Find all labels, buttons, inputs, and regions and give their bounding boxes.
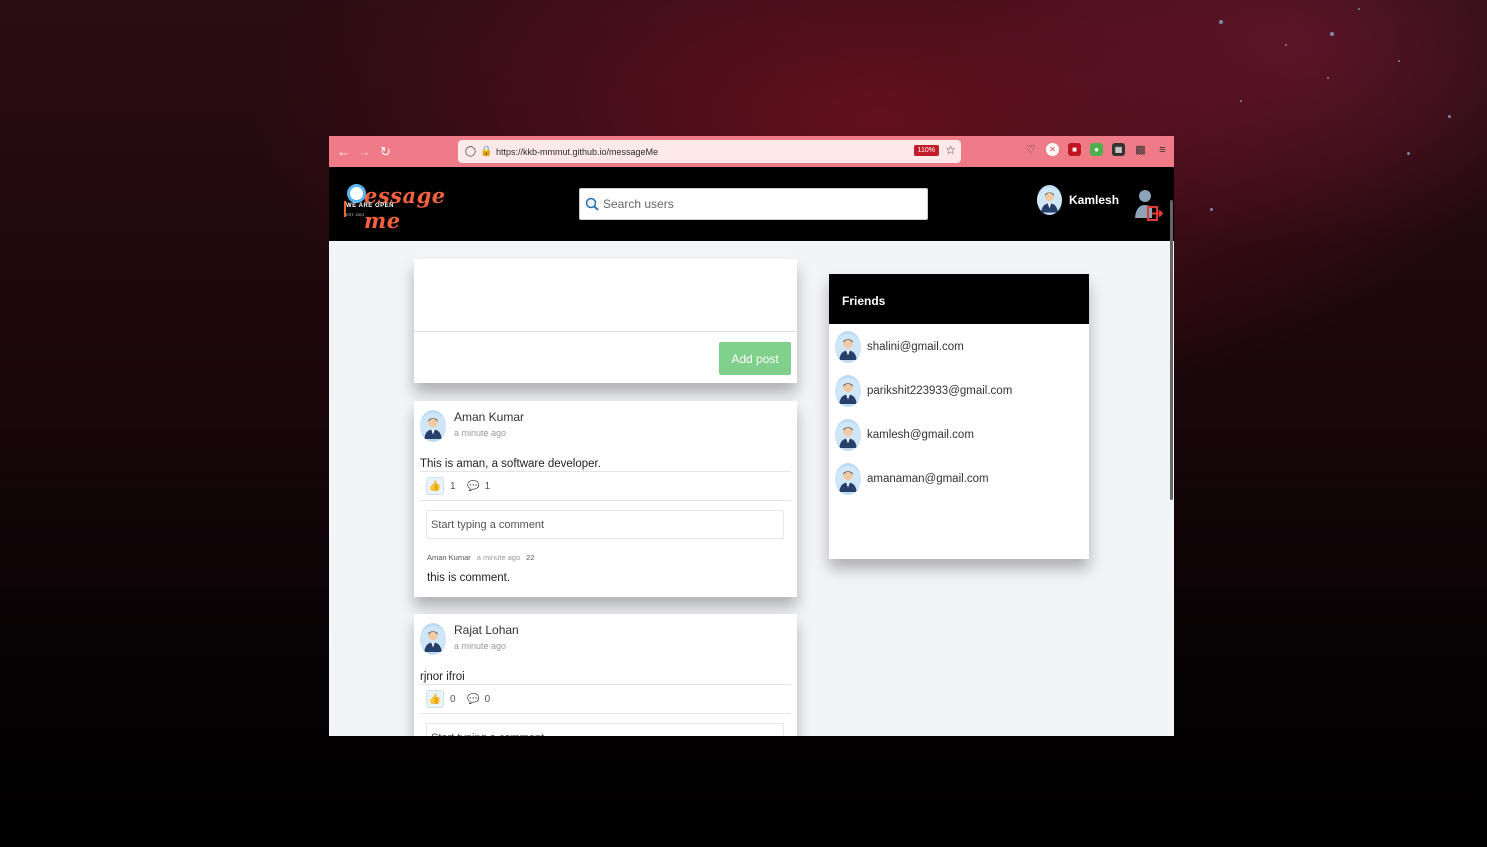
friend-email: kamlesh@gmail.com [867,429,974,441]
page-scrollbar[interactable] [1170,200,1173,500]
comment-icon[interactable]: 💬 [465,477,483,495]
post-text: rjnor ifroi [420,671,465,683]
friend-avatar [835,419,861,451]
post-textarea[interactable] [414,259,797,332]
url-text: https://kkb-mmmut.github.io/messageMe [496,146,659,157]
user-name: Kamlesh [1069,193,1120,207]
post-header: Rajat Lohan a minute ago [420,623,519,655]
friend-email: amanaman@gmail.com [867,473,989,485]
extensions-bar: ♡ ✕ ■ ● ▦ ▩ ≡ [1024,143,1169,156]
friend-email: shalini@gmail.com [867,341,964,353]
post-reactions: 👍 1 💬 1 [426,477,490,495]
app-header: essage me WE ARE OPEN EST. 2021 Kamlesh [329,167,1174,500]
comment-id: 22 [526,553,535,562]
zoom-badge[interactable]: 110% [913,145,939,156]
logo-subtitle: WE ARE OPEN [346,203,394,209]
comment-count: 1 [484,480,491,492]
friend-item[interactable]: shalini@gmail.com [829,325,1089,369]
friend-email: parikshit223933@gmail.com [867,385,1013,397]
pocket-icon[interactable]: ♡ [1024,143,1037,156]
post-author[interactable]: Rajat Lohan [454,623,519,637]
search-box [579,188,928,220]
friend-avatar [835,375,861,407]
post-time: a minute ago [454,641,507,651]
extension-green-icon[interactable]: ● [1090,143,1103,156]
comment-input[interactable] [426,723,784,736]
friend-avatar [835,463,861,495]
post-author-avatar [420,623,446,655]
comment-meta: Aman Kumar a minute ago 22 [427,553,535,562]
friend-item[interactable]: kamlesh@gmail.com [829,413,1089,457]
reload-icon[interactable]: ↻ [375,141,396,162]
friends-title: Friends [829,274,1089,324]
browser-window: ← → ↻ ◯ 🔒 https://kkb-mmmut.github.io/me… [329,136,1174,736]
post-card: Rajat Lohan a minute ago rjnor ifroi 👍 0… [414,614,797,736]
comment-icon[interactable]: 💬 [465,690,483,708]
app-logo[interactable]: essage me WE ARE OPEN EST. 2021 [344,181,474,233]
post-time: a minute ago [454,428,507,438]
menu-icon[interactable]: ≡ [1156,143,1169,156]
shield-icon: ◯ [464,146,477,157]
post-text: This is aman, a software developer. [420,458,601,470]
address-bar[interactable]: ◯ 🔒 https://kkb-mmmut.github.io/messageM… [458,140,961,163]
friend-avatar [835,331,861,363]
search-icon [585,197,599,211]
comment-count: 0 [484,693,491,705]
friends-panel: Friends shalini@gmail.com parikshit22393… [829,274,1089,559]
like-icon[interactable]: 👍 [426,477,444,495]
back-icon[interactable]: ← [333,141,354,162]
browser-toolbar: ← → ↻ ◯ 🔒 https://kkb-mmmut.github.io/me… [329,136,1174,167]
like-count: 0 [450,693,456,705]
user-profile[interactable]: Kamlesh [1037,185,1119,215]
logo-est: EST. 2021 [346,212,365,217]
post-header: Aman Kumar a minute ago [420,410,524,442]
logout-icon[interactable] [1133,187,1164,221]
post-reactions: 👍 0 💬 0 [426,690,490,708]
ublock-icon[interactable]: ■ [1068,143,1081,156]
search-input[interactable] [603,197,913,211]
friend-item[interactable]: parikshit223933@gmail.com [829,369,1089,413]
post-card: Aman Kumar a minute ago This is aman, a … [414,401,797,597]
extensions-puzzle-icon[interactable]: ▩ [1134,143,1147,156]
bookmark-star-icon[interactable]: ☆ [945,143,956,157]
post-author-avatar [420,410,446,442]
comment-author: Aman Kumar [427,553,471,562]
post-author[interactable]: Aman Kumar [454,410,524,424]
comment-text: this is comment. [427,572,511,584]
friends-list: shalini@gmail.com parikshit223933@gmail.… [829,324,1089,501]
lock-icon: 🔒 [480,146,493,157]
comment-time: a minute ago [476,553,521,562]
user-avatar [1037,185,1062,215]
extension-dark-icon[interactable]: ▦ [1112,143,1125,156]
forward-icon[interactable]: → [354,141,375,162]
post-composer: Add post [414,259,797,383]
friend-item[interactable]: amanaman@gmail.com [829,457,1089,501]
add-post-button[interactable]: Add post [719,342,791,375]
like-icon[interactable]: 👍 [426,690,444,708]
like-count: 1 [450,480,456,492]
extension-x-icon[interactable]: ✕ [1046,143,1059,156]
comment-input[interactable] [426,510,784,539]
